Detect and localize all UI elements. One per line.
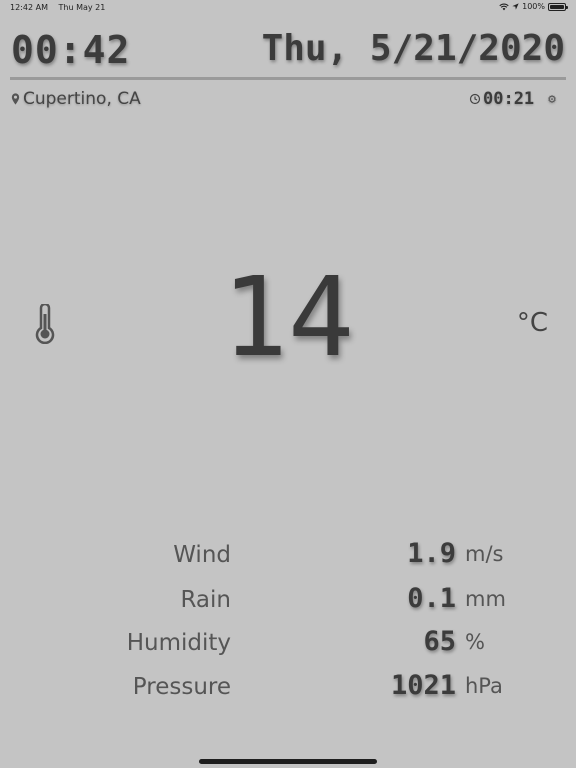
current-time: 00:42	[11, 28, 131, 72]
battery-fill	[550, 4, 564, 9]
status-bar-left: 12:42 AM Thu May 21	[10, 3, 113, 12]
last-update-time: 00:21	[482, 89, 535, 109]
clock-refresh-icon	[469, 93, 481, 105]
wind-unit: m/s	[465, 542, 504, 566]
location-label: Cupertino, CA	[23, 89, 141, 109]
temperature-unit: °C	[516, 308, 548, 338]
humidity-label: Humidity	[126, 630, 231, 656]
status-date: Thu May 21	[58, 3, 106, 12]
battery-percent: 100%	[522, 2, 545, 11]
detail-row-wind: Wind 1.9 m/s	[0, 534, 576, 574]
pressure-label: Pressure	[132, 674, 231, 700]
location-arrow-icon	[512, 3, 519, 10]
home-indicator[interactable]	[199, 759, 377, 764]
detail-row-pressure: Pressure 1021 hPa	[0, 666, 576, 706]
map-pin-icon	[11, 93, 20, 105]
status-time: 12:42 AM	[10, 3, 48, 12]
humidity-unit: %	[465, 630, 485, 654]
status-bar-right: 100%	[499, 2, 568, 11]
wind-value: 1.9	[407, 538, 456, 569]
status-bar: 12:42 AM Thu May 21 100%	[0, 0, 576, 16]
header-divider	[10, 77, 566, 80]
battery-icon	[548, 2, 568, 11]
wifi-icon	[499, 3, 509, 10]
current-date: Thu, 5/21/2020	[261, 28, 565, 69]
pressure-unit: hPa	[465, 674, 503, 698]
pressure-value: 1021	[390, 670, 456, 701]
gear-icon[interactable]: ⚙	[548, 93, 556, 106]
rain-label: Rain	[180, 587, 231, 613]
location-button[interactable]: Cupertino, CA	[11, 89, 141, 109]
humidity-value: 65	[423, 626, 456, 657]
rain-value: 0.1	[407, 583, 456, 614]
detail-row-rain: Rain 0.1 mm	[0, 579, 576, 619]
wind-label: Wind	[173, 542, 231, 568]
temperature-value: 14	[221, 253, 355, 381]
last-update[interactable]: 00:21 ⚙	[469, 89, 556, 109]
rain-unit: mm	[465, 587, 506, 611]
detail-row-humidity: Humidity 65 %	[0, 622, 576, 662]
